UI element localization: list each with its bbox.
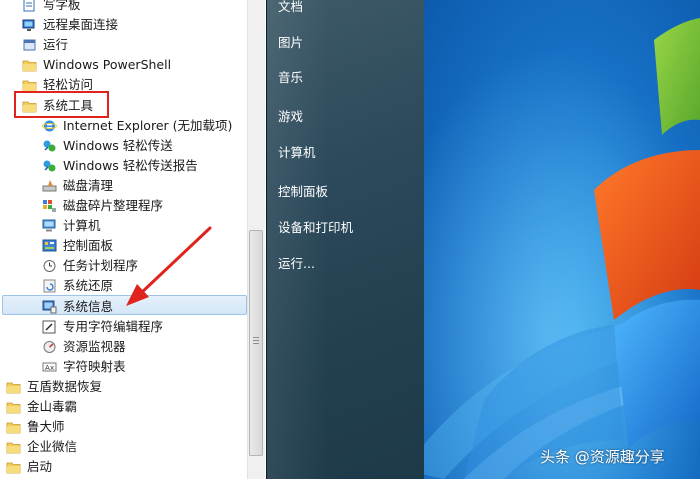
program-list-item[interactable]: 启动 (0, 457, 247, 477)
start-menu-item-computer[interactable]: 计算机 (278, 142, 316, 161)
program-list-item[interactable]: 鲁大师 (0, 417, 247, 437)
program-list-item-label: 运行 (43, 37, 69, 52)
start-menu-item-documents[interactable]: 文档 (278, 0, 303, 15)
program-list-item[interactable]: 金山毒霸 (0, 397, 247, 417)
desktop-wallpaper (424, 0, 700, 479)
easy-transfer-report-icon (42, 159, 57, 173)
program-list-item[interactable]: 企业微信 (0, 437, 247, 457)
program-list-item[interactable]: 任务计划程序 (0, 256, 247, 276)
program-list-item[interactable]: Internet Explorer (无加载项) (0, 116, 247, 136)
start-menu-item-music[interactable]: 音乐 (278, 67, 303, 86)
folder-icon (6, 420, 21, 434)
program-list-item-label: 磁盘碎片整理程序 (63, 198, 164, 213)
program-list-item[interactable]: 系统还原 (0, 276, 247, 296)
program-list-item[interactable]: 远程桌面连接 (0, 15, 247, 35)
program-list-item[interactable]: Windows 轻松传送报告 (0, 156, 247, 176)
start-menu-item-run[interactable]: 运行... (278, 253, 315, 272)
private-character-editor-icon (42, 320, 57, 334)
scrollbar-grip[interactable] (253, 337, 259, 346)
program-list-item[interactable]: 计算机 (0, 216, 247, 236)
start-menu-item-pictures[interactable]: 图片 (278, 32, 303, 51)
program-list-item-label: 金山毒霸 (27, 399, 78, 414)
remote-desktop-icon (22, 18, 37, 32)
folder-icon (6, 400, 21, 414)
watermark: 头条 @资源趣分享 (540, 448, 665, 466)
program-list-item-label: Windows 轻松传送报告 (63, 158, 198, 173)
program-list-item-label: 磁盘清理 (63, 178, 114, 193)
easy-transfer-icon (42, 139, 57, 153)
highlight-box-system-tools (14, 91, 109, 118)
program-list-item-label: 资源监视器 (63, 339, 126, 354)
start-menu-item-control-panel[interactable]: 控制面板 (278, 181, 328, 200)
folder-icon (6, 380, 21, 394)
program-list-item-label: Windows PowerShell (43, 57, 172, 72)
program-list-item-label: 控制面板 (63, 238, 114, 253)
start-menu-right-pane: 文档图片音乐游戏计算机控制面板设备和打印机 运行... (266, 0, 424, 479)
program-list-item-label: 字符映射表 (63, 359, 126, 374)
program-list-item-label: Internet Explorer (无加载项) (63, 118, 233, 133)
program-list-item-label: 互盾数据恢复 (27, 379, 103, 394)
wordpad-icon (22, 0, 37, 12)
program-list-item-label: 写字板 (43, 0, 81, 12)
program-list-item[interactable]: 控制面板 (0, 236, 247, 256)
program-list-item-label: 系统还原 (63, 278, 114, 293)
program-list-item[interactable]: 互盾数据恢复 (0, 377, 247, 397)
disk-cleanup-icon (42, 179, 57, 193)
program-list-item[interactable]: 资源监视器 (0, 337, 247, 357)
control-panel-icon (42, 239, 57, 253)
program-list-item-label: 远程桌面连接 (43, 17, 119, 32)
program-list-item[interactable]: Windows 轻松传送 (0, 136, 247, 156)
folder-icon (22, 58, 37, 72)
program-list-item[interactable]: 运行 (0, 35, 247, 55)
folder-icon (22, 78, 37, 92)
run-icon (22, 38, 37, 52)
internet-explorer-icon (42, 119, 57, 133)
program-list-item-label: 任务计划程序 (63, 258, 139, 273)
program-list-item-label: 启动 (27, 459, 53, 474)
program-list-item-label: 专用字符编辑程序 (63, 319, 164, 334)
svg-text:x: x (50, 364, 54, 372)
computer-icon (42, 219, 57, 233)
program-list-item[interactable]: Windows PowerShell (0, 55, 247, 75)
program-list-item-label: 系统信息 (63, 299, 114, 314)
program-list-item[interactable]: 写字板 (0, 0, 247, 15)
start-menu-item-games[interactable]: 游戏 (278, 106, 303, 125)
program-list-item-label: 鲁大师 (27, 419, 65, 434)
program-list-item[interactable]: 专用字符编辑程序 (0, 317, 247, 337)
folder-icon (6, 440, 21, 454)
program-list-item-label: Windows 轻松传送 (63, 138, 173, 153)
folder-icon (6, 460, 21, 474)
character-map-icon: Ax (42, 360, 57, 374)
program-list-item[interactable]: 系统信息 (0, 297, 247, 317)
defragmenter-icon (42, 199, 57, 213)
resource-monitor-icon (42, 340, 57, 354)
task-scheduler-icon (42, 259, 57, 273)
start-menu-item-devices-and-printers[interactable]: 设备和打印机 (278, 217, 353, 236)
program-list-item[interactable]: 磁盘碎片整理程序 (0, 196, 247, 216)
program-list-item[interactable]: 磁盘清理 (0, 176, 247, 196)
windows-flag-green (654, 18, 700, 135)
system-restore-icon (42, 279, 57, 293)
program-list-panel: 写字板 远程桌面连接 运行 Windows PowerShell 轻松访问 系统工具 Int… (0, 0, 266, 479)
program-list-item-label: 计算机 (63, 218, 101, 233)
system-information-icon (42, 300, 57, 314)
windows-logo-wallpaper (424, 0, 700, 479)
program-list-item-label: 企业微信 (27, 439, 78, 454)
program-list-item[interactable]: Ax 字符映射表 (0, 357, 247, 377)
